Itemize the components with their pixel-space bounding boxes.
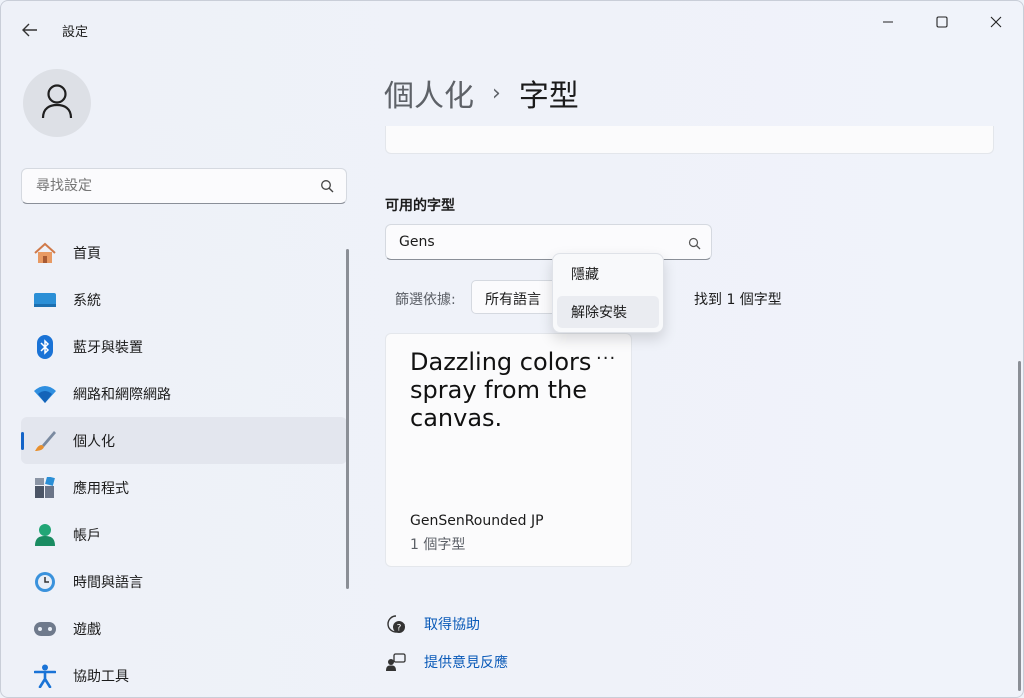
sidebar-item-home[interactable]: 首頁 [21,229,347,276]
home-icon [33,241,57,265]
sidebar-scrollbar[interactable] [346,249,349,589]
feedback-link-row: 提供意見反應 [385,651,508,673]
menu-item-hide[interactable]: 隱藏 [557,258,659,290]
font-search-input[interactable] [397,233,671,251]
sidebar-item-apps[interactable]: 應用程式 [21,464,347,511]
feedback-link[interactable]: 提供意見反應 [424,652,508,672]
settings-window: 設定 首頁 系統 [0,0,1024,698]
account-icon [33,523,57,547]
section-title: 可用的字型 [385,198,455,214]
font-search[interactable] [385,224,712,260]
sidebar-item-bluetooth[interactable]: 藍牙與裝置 [21,323,347,370]
page-title: 字型 [518,79,579,114]
sidebar-item-system[interactable]: 系統 [21,276,347,323]
settings-search-input[interactable] [34,177,318,195]
maximize-button[interactable] [919,9,965,35]
gamepad-icon [33,617,57,641]
help-chat-icon: ? [385,613,407,635]
search-icon [320,178,334,197]
system-display-icon [33,288,57,312]
more-options-button[interactable]: ··· [596,348,616,369]
breadcrumb: 個人化 › 字型 [384,71,579,115]
sidebar-item-personalization[interactable]: 個人化 [21,417,347,464]
sidebar-item-label: 遊戲 [73,621,101,638]
person-icon [40,83,74,123]
app-title: 設定 [62,25,89,40]
filter-label: 篩選依據: [395,292,456,308]
font-preview-text: Dazzling colors spray from the canvas. [410,348,592,432]
wifi-icon [33,382,57,406]
user-avatar[interactable] [23,69,91,137]
apps-icon [33,476,57,500]
font-face-count: 1 個字型 [410,537,466,553]
paintbrush-icon [33,429,57,453]
main-scrollbar[interactable] [1018,361,1021,691]
font-name: GenSenRounded JP [410,513,544,529]
minimize-button[interactable] [865,9,911,35]
sidebar-item-accessibility[interactable]: 協助工具 [21,652,347,697]
sidebar-item-network[interactable]: 網路和網際網路 [21,370,347,417]
breadcrumb-parent[interactable]: 個人化 [384,71,474,115]
sidebar-item-label: 協助工具 [73,668,129,685]
sidebar-item-time-language[interactable]: 時間與語言 [21,558,347,605]
arrow-left-icon [22,22,38,41]
content-card-top [385,126,994,154]
context-menu: 隱藏 解除安裝 [552,253,664,333]
title-bar: 設定 [1,1,1023,57]
font-card[interactable]: Dazzling colors spray from the canvas. ·… [385,333,632,567]
feedback-icon [385,651,407,673]
sidebar-item-label: 藍牙與裝置 [73,339,143,356]
breadcrumb-separator: › [492,80,501,106]
sidebar-item-label: 個人化 [73,433,115,450]
sidebar-item-label: 系統 [73,292,101,309]
accessibility-icon [33,664,57,688]
close-icon [990,13,1002,32]
sidebar-item-label: 應用程式 [73,480,129,497]
sidebar-item-label: 首頁 [73,245,101,262]
get-help-link[interactable]: 取得協助 [424,614,480,634]
menu-item-uninstall[interactable]: 解除安裝 [557,296,659,328]
sidebar-nav: 首頁 系統 藍牙與裝置 網路和網際網路 個人化 應用程式 帳戶 時間與語言 遊戲… [21,229,347,697]
results-count: 找到 1 個字型 [694,292,782,308]
search-icon [688,235,701,254]
minimize-icon [882,13,894,32]
back-button[interactable] [15,17,45,45]
close-button[interactable] [973,9,1019,35]
sidebar-item-gaming[interactable]: 遊戲 [21,605,347,652]
maximize-icon [936,13,948,32]
filter-value: 所有語言 [485,292,541,308]
sidebar-item-accounts[interactable]: 帳戶 [21,511,347,558]
bluetooth-icon [33,334,57,359]
settings-search[interactable] [21,168,347,204]
clock-globe-icon [33,570,57,594]
active-indicator [21,432,24,450]
svg-text:?: ? [397,624,402,634]
get-help-link-row: ? 取得協助 [385,613,480,635]
sidebar-item-label: 網路和網際網路 [73,386,171,403]
sidebar-item-label: 時間與語言 [73,574,143,591]
sidebar-item-label: 帳戶 [73,527,101,544]
